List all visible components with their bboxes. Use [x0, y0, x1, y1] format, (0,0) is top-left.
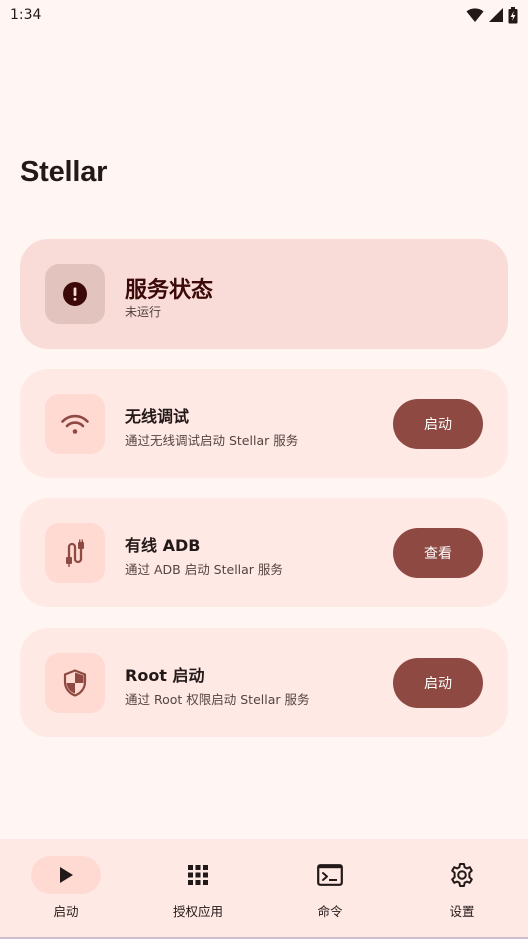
nav-item-authorized-apps[interactable]: 授权应用 — [132, 839, 264, 939]
root-start-button[interactable]: 启动 — [393, 658, 483, 708]
adb-view-button[interactable]: 查看 — [393, 528, 483, 578]
root-icon-box — [45, 653, 105, 713]
nav-item-start[interactable]: 启动 — [0, 839, 132, 939]
cell-signal-icon — [489, 8, 503, 22]
root-start-subtitle: 通过 Root 权限启动 Stellar 服务 — [125, 692, 310, 707]
status-bar: 1:34 — [0, 0, 528, 30]
status-time: 1:34 — [10, 7, 42, 23]
gear-icon — [451, 863, 473, 887]
wired-adb-card: 有线 ADB 通过 ADB 启动 Stellar 服务 查看 — [20, 498, 508, 607]
play-icon — [60, 867, 73, 883]
wifi-icon — [61, 414, 89, 434]
wireless-debug-title: 无线调试 — [125, 407, 190, 426]
wireless-start-button[interactable]: 启动 — [393, 399, 483, 449]
nav-label-apps: 授权应用 — [172, 904, 223, 919]
root-start-title: Root 启动 — [125, 666, 205, 685]
battery-icon — [508, 6, 518, 23]
adb-icon-box — [45, 523, 105, 583]
screen: 1:34 Stellar 服务状态 未运行 无线调试 通过无线调试启动 Stel… — [0, 0, 528, 939]
wifi-signal-icon — [466, 8, 484, 22]
grid-icon — [188, 865, 208, 885]
root-start-card: Root 启动 通过 Root 权限启动 Stellar 服务 启动 — [20, 628, 508, 737]
terminal-icon — [317, 864, 343, 886]
bottom-navigation: 启动 授权应用 命令 设置 — [0, 839, 528, 939]
nav-label-command: 命令 — [317, 904, 343, 919]
nav-pill-start — [31, 856, 101, 894]
nav-label-start: 启动 — [53, 904, 79, 919]
wireless-debug-subtitle: 通过无线调试启动 Stellar 服务 — [125, 433, 299, 448]
nav-item-command[interactable]: 命令 — [264, 839, 396, 939]
status-subtitle: 未运行 — [125, 305, 162, 319]
shield-icon — [63, 669, 87, 697]
nav-pill-command — [295, 856, 365, 894]
nav-pill-apps — [163, 856, 233, 894]
wireless-icon-box — [45, 394, 105, 454]
wired-adb-title: 有线 ADB — [125, 536, 201, 555]
status-icon-box — [45, 264, 105, 324]
wired-adb-subtitle: 通过 ADB 启动 Stellar 服务 — [125, 562, 283, 577]
usb-cable-icon — [66, 539, 84, 567]
status-icons — [466, 6, 518, 24]
service-status-card: 服务状态 未运行 — [20, 239, 508, 349]
status-title: 服务状态 — [125, 278, 214, 303]
nav-label-settings: 设置 — [449, 904, 475, 919]
wireless-debug-card: 无线调试 通过无线调试启动 Stellar 服务 启动 — [20, 369, 508, 478]
nav-pill-settings — [427, 856, 497, 894]
page-title: Stellar — [20, 156, 108, 188]
nav-item-settings[interactable]: 设置 — [396, 839, 528, 939]
alert-icon — [63, 282, 87, 306]
